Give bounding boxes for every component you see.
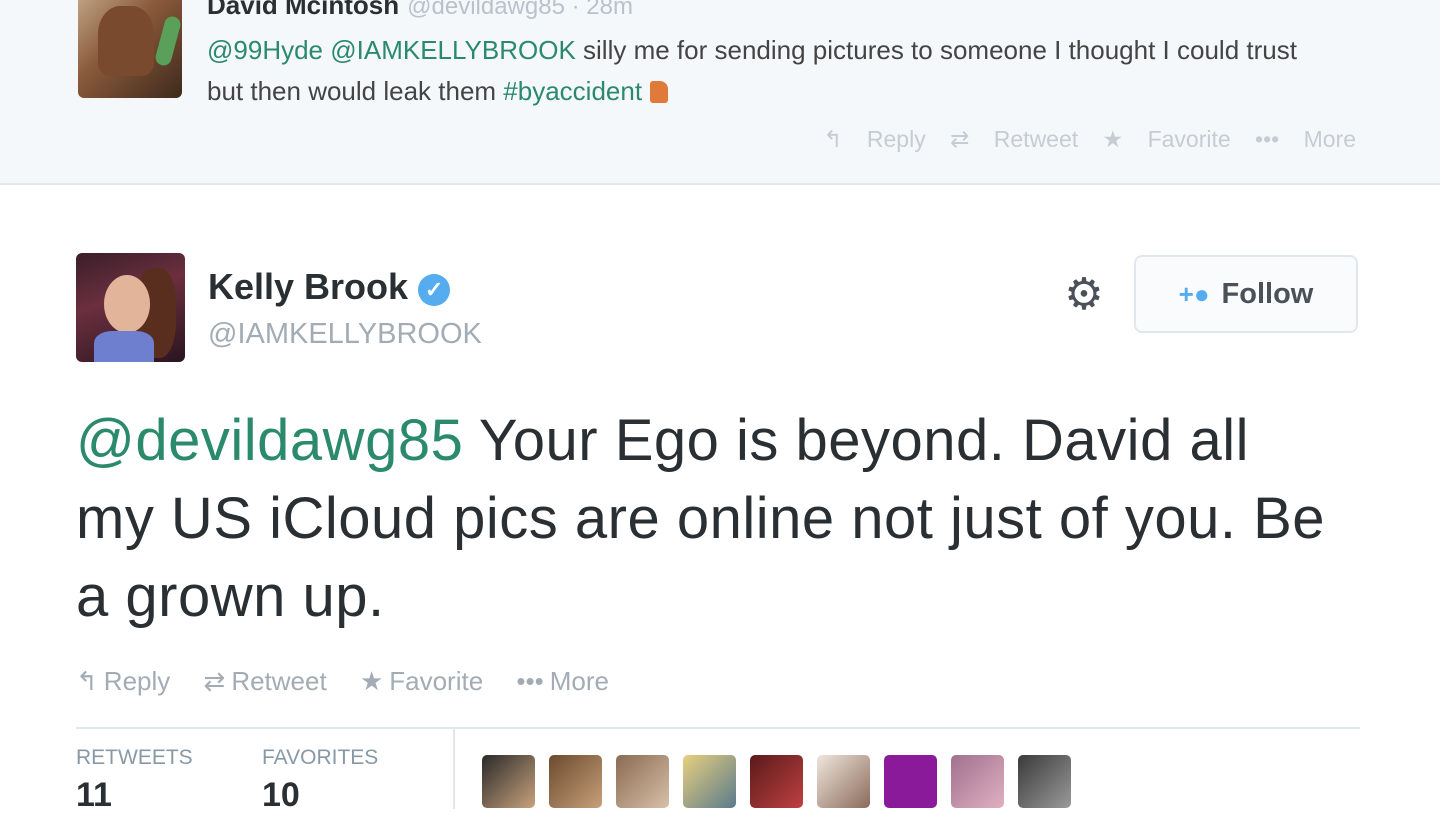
reply-author: David Mcintosh @devildawg85 · 28m (207, 0, 633, 21)
reply-tweet-actions: ↰ Reply ⇄ Retweet ★ Favorite ••• More (805, 126, 1356, 153)
author-name-row: Kelly Brook ✓ (208, 266, 451, 308)
mention-link[interactable]: @IAMKELLYBROOK (330, 35, 576, 65)
reply-author-handle: @devildawg85 · 28m (407, 0, 633, 20)
author-name[interactable]: Kelly Brook (208, 266, 408, 307)
divider (76, 727, 1360, 729)
retweet-button[interactable]: ⇄ Retweet (950, 126, 1078, 152)
previous-tweet: David Mcintosh @devildawg85 · 28m @99Hyde… (0, 0, 1440, 185)
favorites-count[interactable]: 10 (262, 776, 300, 815)
reply-icon: ↰ (76, 666, 98, 696)
tweet-actions: ↰ Reply ⇄ Retweet ★ Favorite ••• More (76, 666, 635, 697)
kelly-avatar[interactable] (76, 253, 185, 362)
favoriter-avatar[interactable] (951, 755, 1004, 808)
reply-author-name[interactable]: David Mcintosh (207, 0, 399, 20)
follow-button[interactable]: +● Follow (1134, 255, 1358, 333)
favoriter-avatar[interactable] (482, 755, 535, 808)
emoji-icon (650, 81, 669, 103)
favorite-button[interactable]: ★ Favorite (1103, 126, 1231, 152)
favoriter-avatar[interactable] (817, 755, 870, 808)
favoriter-avatar[interactable] (549, 755, 602, 808)
ellipsis-icon: ••• (516, 666, 544, 696)
favorite-button[interactable]: ★ Favorite (360, 666, 483, 696)
verified-badge-icon: ✓ (418, 274, 451, 306)
mention-link[interactable]: @devildawg85 (76, 408, 463, 473)
favoriter-avatar[interactable] (884, 755, 937, 808)
follow-label: Follow (1221, 277, 1314, 310)
reply-button[interactable]: ↰ Reply (823, 126, 925, 152)
favoriter-avatar[interactable] (616, 755, 669, 808)
stats-divider (453, 729, 455, 809)
more-button[interactable]: ••• More (516, 666, 609, 696)
david-avatar[interactable] (78, 0, 182, 98)
reply-button[interactable]: ↰ Reply (76, 666, 170, 696)
retweet-button[interactable]: ⇄ Retweet (204, 666, 327, 696)
tweet-text: @devildawg85 Your Ego is beyond. David a… (76, 402, 1336, 636)
more-button[interactable]: ••• More (1255, 126, 1356, 152)
favoriter-avatar[interactable] (1018, 755, 1071, 808)
retweets-label: RETWEETS (76, 746, 193, 769)
retweets-count[interactable]: 11 (76, 776, 112, 815)
author-handle[interactable]: @IAMKELLYBROOK (208, 318, 482, 351)
favorites-label: FAVORITES (262, 746, 379, 769)
add-user-icon: +● (1178, 278, 1210, 309)
favoriter-avatar[interactable] (750, 755, 803, 808)
mention-link[interactable]: @99Hyde (207, 35, 323, 65)
gear-icon[interactable]: ⚙ (1060, 271, 1108, 319)
favoriter-avatar[interactable] (683, 755, 736, 808)
reply-tweet-text: @99Hyde @IAMKELLYBROOK silly me for send… (207, 30, 1307, 112)
star-icon: ★ (359, 666, 384, 696)
retweet-icon: ⇄ (203, 666, 226, 696)
hashtag-link[interactable]: #byaccident (503, 76, 642, 106)
favoriters-list (482, 755, 1071, 808)
